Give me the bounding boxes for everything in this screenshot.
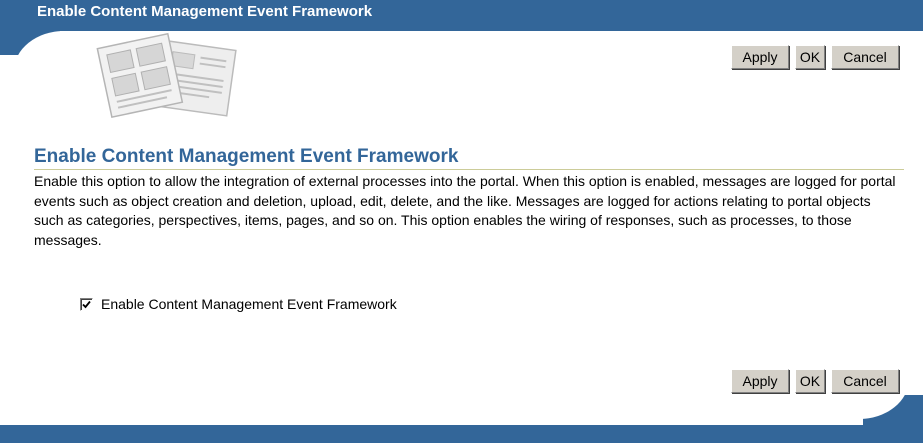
bottom-button-row: Apply OK Cancel <box>731 369 899 393</box>
ok-button-top[interactable]: OK <box>795 45 825 69</box>
footer-bar <box>0 425 923 443</box>
enable-framework-checkbox[interactable] <box>80 297 93 311</box>
header-title: Enable Content Management Event Framewor… <box>37 3 373 20</box>
header-curve <box>0 25 60 55</box>
footer-curve <box>863 395 923 425</box>
section-heading: Enable Content Management Event Framewor… <box>34 146 904 170</box>
top-button-row: Apply OK Cancel <box>731 45 899 69</box>
cancel-button-bottom[interactable]: Cancel <box>831 369 899 393</box>
enable-framework-option[interactable]: Enable Content Management Event Framewor… <box>80 296 397 312</box>
documents-illustration-icon <box>96 32 237 119</box>
enable-framework-label[interactable]: Enable Content Management Event Framewor… <box>101 296 397 312</box>
apply-button-top[interactable]: Apply <box>731 45 789 69</box>
apply-button-bottom[interactable]: Apply <box>731 369 789 393</box>
ok-button-bottom[interactable]: OK <box>795 369 825 393</box>
checkmark-icon <box>82 300 91 308</box>
section-description: Enable this option to allow the integrat… <box>34 173 896 248</box>
cancel-button-top[interactable]: Cancel <box>831 45 899 69</box>
